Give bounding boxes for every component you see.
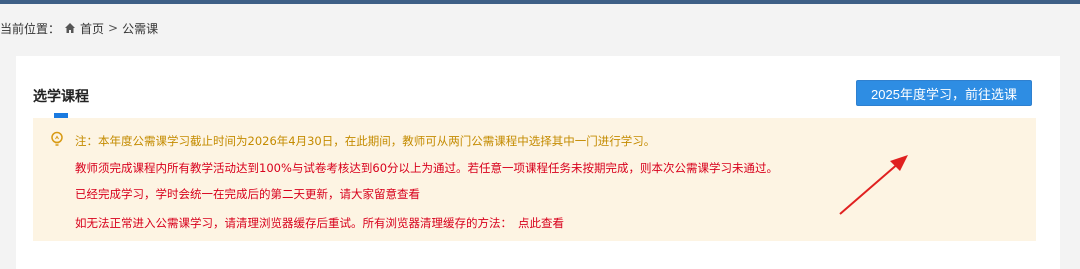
- notice-line-4-text: 如无法正常进入公需课学习，请清理浏览器缓存后重试。所有浏览器清理缓存的方法：: [75, 216, 512, 230]
- breadcrumb-label: 当前位置：: [0, 21, 61, 36]
- top-bar: [0, 0, 1080, 4]
- breadcrumb: 当前位置： 首页 > 公需课: [0, 18, 158, 38]
- home-icon: [65, 23, 76, 33]
- notice-line-4: 如无法正常进入公需课学习，请清理浏览器缓存后重试。所有浏览器清理缓存的方法： 点此…: [75, 215, 564, 231]
- annotation-arrow: [839, 155, 908, 215]
- notice-line-3: 已经完成学习，学时会统一在完成后的第二天更新，请大家留意查看: [75, 187, 420, 201]
- course-panel: 选学课程 2025年度学习，前往选课 注：本年度公需课学习截止时间为2026年4…: [16, 56, 1060, 269]
- section-title: 选学课程: [33, 89, 89, 105]
- breadcrumb-separator: >: [108, 21, 119, 35]
- breadcrumb-current: 公需课: [122, 21, 159, 36]
- notice-line-2: 教师须完成课程内所有教学活动达到100%与试卷考核达到60分以上为通过。若任意一…: [75, 161, 779, 175]
- bulb-icon: [51, 131, 63, 146]
- notice-line-1: 注：本年度公需课学习截止时间为2026年4月30日，在此期间，教师可从两门公需课…: [75, 134, 656, 148]
- breadcrumb-home-link[interactable]: 首页: [80, 20, 104, 37]
- view-cache-help-link[interactable]: 点此查看: [518, 216, 564, 230]
- select-course-button[interactable]: 2025年度学习，前往选课: [856, 80, 1032, 106]
